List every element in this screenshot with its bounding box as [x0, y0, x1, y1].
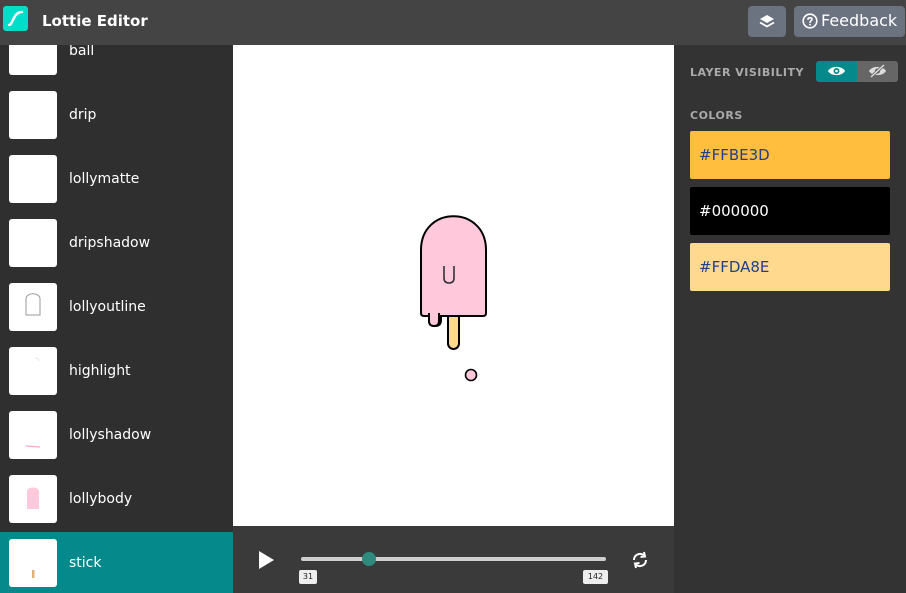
layer-item-lollyshadow[interactable]: lollyshadow — [0, 404, 233, 468]
loop-icon[interactable] — [631, 550, 649, 570]
color-hex-label: #000000 — [699, 202, 769, 220]
color-swatch[interactable]: #FFDA8E — [690, 243, 890, 291]
eye-slash-icon — [869, 64, 886, 78]
layer-label: ball — [69, 45, 95, 59]
colors-title: COLORS — [690, 109, 743, 122]
layer-label: lollymatte — [69, 171, 140, 187]
timeline-track[interactable] — [301, 557, 606, 561]
layer-item-ball[interactable]: ball — [0, 45, 233, 84]
layer-label: lollyoutline — [69, 299, 146, 315]
layer-visibility-title: LAYER VISIBILITY — [690, 66, 804, 79]
visibility-toggle[interactable] — [816, 61, 898, 82]
layer-item-lollymatte[interactable]: lollymatte — [0, 148, 233, 212]
layer-label: highlight — [69, 363, 131, 379]
eye-icon — [828, 66, 845, 76]
layer-item-highlight[interactable]: highlight — [0, 340, 233, 404]
properties-panel: LAYER VISIBILITY COLORS #FFBE3D #000000 … — [674, 45, 906, 593]
help-circle-icon — [802, 13, 818, 29]
color-swatch[interactable]: #000000 — [690, 187, 890, 235]
layer-label: drip — [69, 107, 97, 123]
layer-thumbnail — [9, 475, 57, 523]
playback-bar: 31 142 — [233, 526, 674, 593]
layer-item-lollybody[interactable]: lollybody — [0, 468, 233, 532]
start-frame-label: 31 — [299, 570, 317, 584]
visibility-show-button[interactable] — [816, 61, 857, 82]
layer-thumbnail — [9, 155, 57, 203]
color-hex-label: #FFBE3D — [699, 146, 770, 164]
layer-thumbnail — [9, 539, 57, 587]
layers-button[interactable] — [748, 6, 786, 37]
layer-thumbnail — [9, 283, 57, 331]
layer-label: stick — [69, 555, 102, 571]
timeline-scrubber[interactable] — [362, 552, 376, 566]
layer-thumbnail — [9, 91, 57, 139]
layer-list[interactable]: ball drip lollymatte dripshadow lollyout… — [0, 45, 233, 593]
end-frame-label: 142 — [583, 570, 608, 584]
animation-canvas[interactable] — [233, 45, 674, 526]
layer-item-stick[interactable]: stick — [0, 532, 233, 593]
feedback-label: Feedback — [821, 11, 898, 30]
layer-item-dripshadow[interactable]: dripshadow — [0, 212, 233, 276]
layer-label: lollyshadow — [69, 427, 152, 443]
lottie-logo-icon — [3, 6, 28, 31]
layer-label: dripshadow — [69, 235, 151, 251]
layers-icon — [759, 15, 775, 28]
top-bar: Lottie Editor Feedback — [0, 0, 906, 45]
color-hex-label: #FFDA8E — [699, 258, 770, 276]
layer-thumbnail — [9, 45, 57, 75]
app-title: Lottie Editor — [42, 12, 148, 30]
color-swatch[interactable]: #FFBE3D — [690, 131, 890, 179]
feedback-button[interactable]: Feedback — [794, 6, 905, 37]
layer-label: lollybody — [69, 491, 133, 507]
visibility-hide-button[interactable] — [857, 61, 898, 82]
layer-thumbnail — [9, 219, 57, 267]
layer-thumbnail — [9, 411, 57, 459]
play-icon[interactable] — [257, 550, 275, 570]
popsicle-illustration — [420, 215, 487, 382]
layer-item-drip[interactable]: drip — [0, 84, 233, 148]
layer-item-lollyoutline[interactable]: lollyoutline — [0, 276, 233, 340]
layer-thumbnail — [9, 347, 57, 395]
